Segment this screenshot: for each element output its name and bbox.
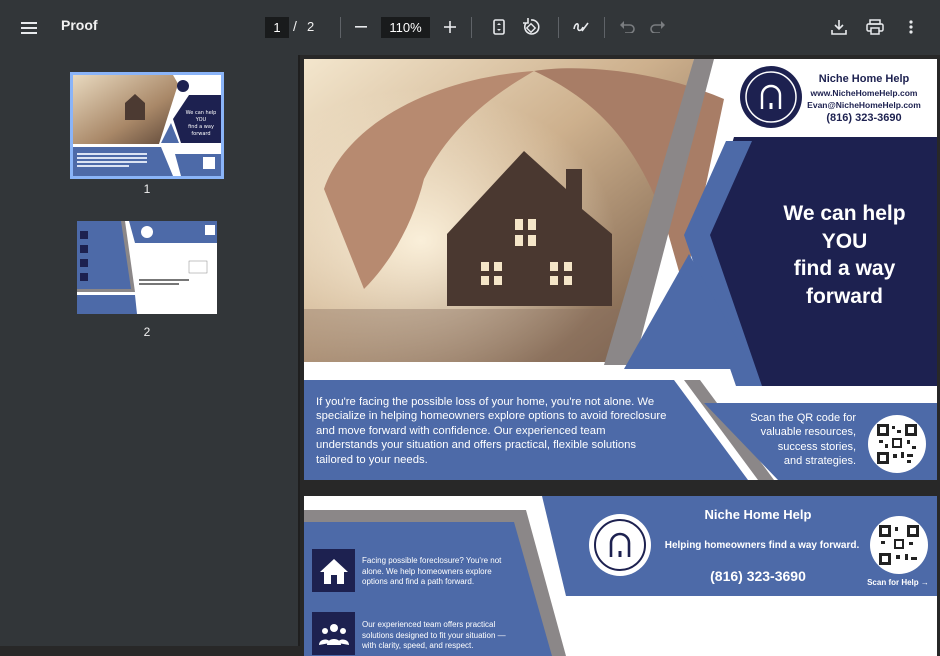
download-button[interactable] [828, 16, 850, 38]
pdf-page-1: Niche Home Help www.NicheHomeHelp.com Ev… [304, 59, 937, 480]
download-icon [831, 20, 847, 35]
page-2-phone: (816) 323-3690 [710, 568, 806, 584]
headline-line: find a way [793, 257, 896, 280]
total-pages: 2 [307, 19, 315, 34]
page-thumbnail-1-image: We can help YOU find a way forward [73, 75, 221, 176]
qr-code-badge[interactable] [868, 415, 926, 473]
annotate-icon [573, 22, 589, 32]
page-2-qr-badge[interactable] [870, 516, 928, 574]
page-separator: / [293, 18, 297, 34]
house-tile [313, 550, 354, 591]
menu-button[interactable] [14, 14, 44, 42]
qr-prompt: Scan the QR code for valuable resources,… [730, 411, 856, 468]
more-options-button[interactable] [900, 16, 922, 38]
toolbar-divider [340, 17, 341, 38]
minus-icon [355, 26, 367, 28]
more-vert-icon [909, 20, 913, 34]
scan-for-help-link[interactable]: Scan for Help → [860, 578, 936, 587]
toolbar-divider [471, 17, 472, 38]
qr-code-icon [879, 525, 919, 565]
benefit-item-1: Facing possible foreclosure? You're not … [362, 556, 502, 587]
toolbar-divider [558, 17, 559, 38]
redo-icon [650, 21, 665, 33]
arch-logo-icon [594, 519, 646, 571]
rotate-button[interactable] [519, 16, 543, 38]
pdf-page-2: Facing possible foreclosure? You're not … [304, 496, 937, 656]
qr-code-icon [877, 424, 917, 464]
svg-text:We can help: We can help [186, 110, 217, 116]
brand-website: www.NicheHomeHelp.com [810, 88, 918, 98]
print-button[interactable] [864, 16, 886, 38]
body-paragraph: If you're facing the possible loss of yo… [316, 396, 667, 466]
qr-prompt-line: success stories, [777, 440, 856, 453]
arch-logo-icon [745, 71, 797, 123]
page-thumbnail-1-label: 1 [143, 182, 151, 196]
sidebar-divider [298, 55, 300, 646]
rotate-icon [523, 18, 540, 35]
annotate-button[interactable] [570, 16, 592, 38]
toolbar-divider [604, 17, 605, 38]
house-icon [319, 558, 348, 584]
page-thumbnail-2-label: 2 [143, 325, 151, 339]
qr-prompt-line: Scan the QR code for [750, 412, 856, 424]
plus-icon [444, 21, 456, 33]
zoom-input[interactable]: 110% [381, 17, 430, 38]
svg-text:find a way: find a way [188, 124, 214, 130]
qr-prompt-line: and strategies. [783, 454, 856, 467]
page-thumbnail-1[interactable]: We can help YOU find a way forward [70, 72, 224, 179]
brand-logo [740, 66, 802, 128]
benefit-item-2: Our experienced team offers practical so… [362, 620, 506, 651]
svg-text:forward: forward [191, 131, 210, 137]
headline: We can help YOU find a way forward [762, 200, 927, 310]
svg-text:YOU: YOU [195, 117, 207, 123]
menu-icon [21, 22, 37, 34]
headline-line: We can help [783, 202, 906, 225]
document-title: Proof [61, 17, 98, 33]
zoom-in-button[interactable] [439, 16, 461, 38]
undo-icon [620, 21, 635, 33]
page-2-tagline: Helping homeowners find a way forward. [664, 540, 860, 551]
fit-page-button[interactable] [488, 16, 510, 38]
brand-phone: (816) 323-3690 [826, 112, 902, 124]
headline-line: forward [805, 284, 883, 308]
qr-prompt-line: valuable resources, [760, 426, 856, 439]
print-icon [866, 19, 884, 35]
headline-line: YOU [821, 229, 868, 253]
brand-email: Evan@NicheHomeHelp.com [807, 100, 921, 110]
fit-page-icon [493, 19, 505, 35]
page-thumbnail-2[interactable] [77, 221, 217, 314]
zoom-out-button[interactable] [350, 16, 372, 38]
page-number-input[interactable]: 1 [265, 17, 289, 38]
page-thumbnail-2-image [77, 221, 217, 314]
undo-button[interactable] [616, 16, 638, 38]
page-2-brand-name: Niche Home Help [704, 507, 812, 522]
brand-name: Niche Home Help [818, 73, 910, 85]
redo-button[interactable] [647, 16, 669, 38]
page-2-logo [589, 514, 651, 576]
people-icon [318, 623, 349, 645]
people-tile [313, 613, 354, 654]
pdf-toolbar: Proof 1 / 2 110% [0, 0, 940, 55]
